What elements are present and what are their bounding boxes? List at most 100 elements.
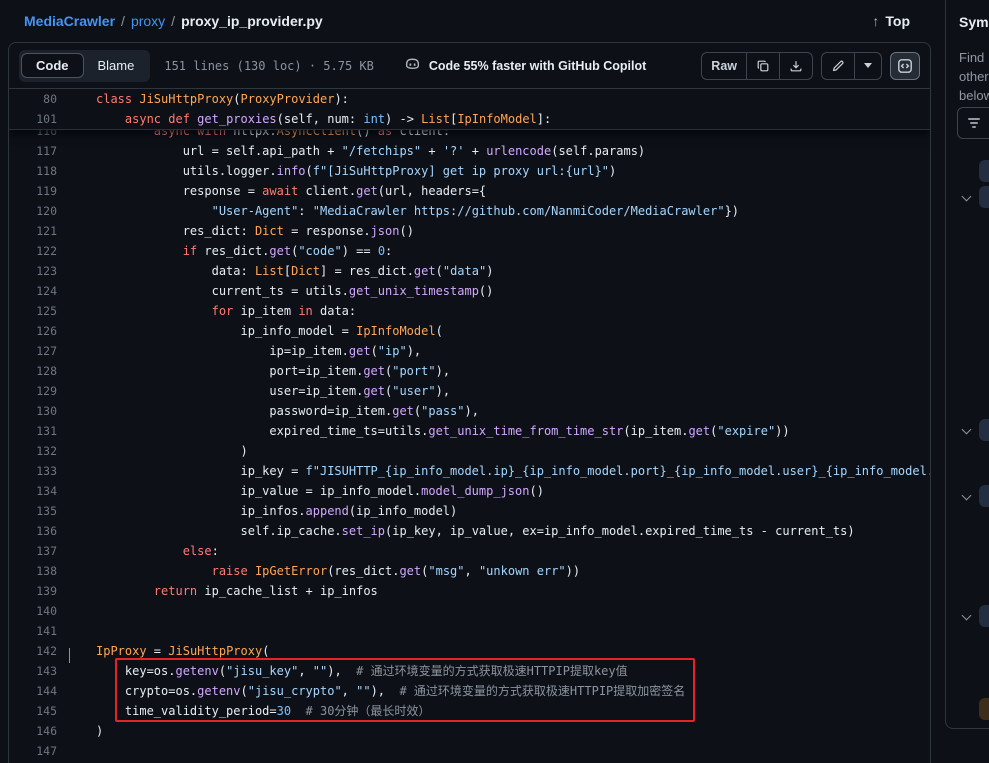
code-line: 130 password=ip_item.get("pass"), [9,401,930,421]
code-line: 136 self.ip_cache.set_ip(ip_key, ip_valu… [9,521,930,541]
tab-blame[interactable]: Blame [84,54,149,77]
line-number[interactable]: 80 [9,89,57,109]
symbols-pane-toggle-button[interactable] [890,52,920,80]
code-line: 141 [9,621,930,641]
code-text: if res_dict.get("code") == 0: [96,241,392,261]
code-text: ip=ip_item.get("ip"), [96,341,421,361]
symbol-pill[interactable] [979,419,989,441]
line-number[interactable]: 136 [9,521,57,541]
code-text: key=os.getenv("jisu_key", ""), # 通过环境变量的… [96,661,628,681]
breadcrumb-repo-link[interactable]: MediaCrawler [24,13,115,29]
edit-file-button[interactable] [822,53,854,79]
line-number[interactable]: 127 [9,341,57,361]
symbol-pill[interactable] [979,160,989,182]
line-number[interactable]: 137 [9,541,57,561]
line-number[interactable]: 135 [9,501,57,521]
line-number[interactable]: 118 [9,161,57,181]
line-number[interactable]: 139 [9,581,57,601]
code-line: 142 IpProxy = JiSuHttpProxy( [9,641,930,661]
code-text: data: List[Dict] = res_dict.get("data") [96,261,493,281]
symbol-pill[interactable] [979,186,989,208]
code-line: 122 if res_dict.get("code") == 0: [9,241,930,261]
tab-code[interactable]: Code [21,53,84,78]
chevron-down-icon[interactable] [962,425,972,435]
line-number[interactable]: 141 [9,621,57,641]
code-text: ) [96,721,103,741]
symbol-pill[interactable] [979,605,989,627]
line-number[interactable]: 147 [9,741,57,761]
code-line: 132 ) [9,441,930,461]
copilot-icon [404,55,421,77]
scroll-to-top-button[interactable]: ↑ Top [872,0,910,42]
symbol-pill[interactable] [979,485,989,507]
code-line: 119 response = await client.get(url, hea… [9,181,930,201]
line-number[interactable]: 124 [9,281,57,301]
code-text: res_dict: Dict = response.json() [96,221,414,241]
line-number[interactable]: 140 [9,601,57,621]
code-line: 129 user=ip_item.get("user"), [9,381,930,401]
line-number[interactable]: 117 [9,141,57,161]
line-number[interactable]: 145 [9,701,57,721]
line-number[interactable]: 101 [9,109,57,129]
download-icon [789,59,803,73]
line-number[interactable]: 146 [9,721,57,741]
code-line: 143 key=os.getenv("jisu_key", ""), # 通过环… [9,661,930,681]
chevron-down-icon[interactable] [962,611,972,621]
code-line: 126 ip_info_model = IpInfoModel( [9,321,930,341]
code-text: url = self.api_path + "/fetchips" + '?' … [96,141,645,161]
copy-icon [756,59,770,73]
code-line: 101 async def get_proxies(self, num: int… [9,109,930,129]
line-number[interactable]: 128 [9,361,57,381]
code-text: async def get_proxies(self, num: int) ->… [96,109,551,129]
code-line: 117 url = self.api_path + "/fetchips" + … [9,141,930,161]
code-text: ip_info_model = IpInfoModel( [96,321,443,341]
chevron-down-icon[interactable] [962,491,972,501]
line-number[interactable]: 144 [9,681,57,701]
line-number[interactable]: 129 [9,381,57,401]
code-text: time_validity_period=30 # 30分钟（最长时效） [96,701,430,721]
symbols-filter-input[interactable] [957,107,989,139]
copy-raw-content-button[interactable] [746,53,779,79]
symbol-list-item [946,419,989,443]
breadcrumb-separator: / [121,13,125,29]
line-number[interactable]: 125 [9,301,57,321]
raw-button[interactable]: Raw [702,53,746,79]
line-number[interactable]: 133 [9,461,57,481]
line-number[interactable]: 138 [9,561,57,581]
line-number[interactable]: 123 [9,261,57,281]
breadcrumb: MediaCrawler/proxy/proxy_ip_provider.py [24,13,323,29]
code-line: 139 return ip_cache_list + ip_infos [9,581,930,601]
file-meta-info: 151 lines (130 loc) · 5.75 KB [164,59,374,73]
line-number[interactable]: 142 [9,641,57,661]
line-number[interactable]: 131 [9,421,57,441]
chevron-down-icon[interactable] [962,192,972,202]
code-text: current_ts = utils.get_unix_timestamp() [96,281,493,301]
code-line: 145 time_validity_period=30 # 30分钟（最长时效） [9,701,930,721]
line-number[interactable]: 126 [9,321,57,341]
code-text: ) [96,441,248,461]
line-number[interactable]: 132 [9,441,57,461]
line-number[interactable]: 130 [9,401,57,421]
breadcrumb-folder-link[interactable]: proxy [131,13,165,29]
code-text: raise IpGetError(res_dict.get("msg", "un… [96,561,580,581]
collapse-chevron-icon[interactable] [69,645,79,655]
code-text: port=ip_item.get("port"), [96,361,450,381]
line-number[interactable]: 120 [9,201,57,221]
code-view: 80class JiSuHttpProxy(ProxyProvider):101… [9,89,930,763]
line-number[interactable]: 119 [9,181,57,201]
code-text: IpProxy = JiSuHttpProxy( [96,641,269,661]
line-number[interactable]: 134 [9,481,57,501]
code-line: 120 "User-Agent": "MediaCrawler https://… [9,201,930,221]
line-number[interactable]: 122 [9,241,57,261]
edit-options-dropdown[interactable] [854,53,881,79]
line-number[interactable]: 143 [9,661,57,681]
line-number[interactable]: 121 [9,221,57,241]
symbol-pill[interactable] [979,698,989,720]
download-raw-file-button[interactable] [779,53,812,79]
copilot-banner[interactable]: Code 55% faster with GitHub Copilot [404,55,646,77]
code-line: 138 raise IpGetError(res_dict.get("msg",… [9,561,930,581]
code-text: class JiSuHttpProxy(ProxyProvider): [96,89,349,109]
code-line: 128 port=ip_item.get("port"), [9,361,930,381]
code-line: 133 ip_key = f"JISUHTTP_{ip_info_model.i… [9,461,930,481]
symbol-list-item [946,186,989,210]
